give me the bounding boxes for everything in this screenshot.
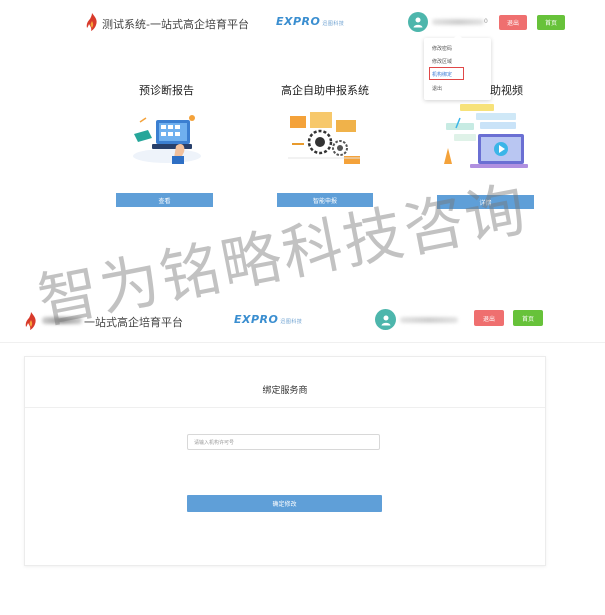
user-icon-bottom [381, 315, 390, 325]
diagnosis-illustration-icon [133, 115, 201, 164]
home-button-bottom[interactable]: 首页 [513, 310, 543, 326]
brand-title: 测试系统-一站式高企培育平台 [102, 18, 249, 31]
dropdown-highlight-box [429, 67, 464, 80]
confirm-change-button[interactable]: 确定修改 [187, 495, 382, 512]
license-number-input[interactable]: 请输入机构许可号 [187, 434, 380, 450]
dropdown-caret [454, 34, 462, 38]
user-icon [413, 17, 423, 28]
flame-logo-icon-bottom [25, 312, 36, 330]
smart-declare-button[interactable]: 智能申报 [277, 193, 373, 207]
feature-title-video: 助视频 [490, 84, 523, 97]
bind-provider-card: 绑定服务商 请输入机构许可号 确定修改 [24, 356, 546, 566]
feature-title-self-declaration: 高企自助申报系统 [281, 84, 369, 97]
user-name-redacted[interactable] [432, 19, 484, 25]
dropdown-item-change-password[interactable]: 修改密码 [432, 45, 452, 52]
expro-logo-sub: 迅图科技 [322, 21, 345, 27]
video-detail-button[interactable]: 详情 [437, 195, 534, 209]
page: 测试系统-一站式高企培育平台 EXPRO 迅图科技 0 退出 首页 修改密码 修改… [0, 0, 605, 615]
expro-logo: EXPRO 迅图科技 [276, 15, 344, 28]
user-name-redacted-bottom[interactable] [400, 317, 458, 323]
brand-prefix-redacted [42, 317, 82, 324]
bottom-header: 一站式高企培育平台 EXPRO 迅图科技 退出 首页 [0, 300, 605, 343]
dropdown-item-change-region[interactable]: 修改区域 [432, 58, 452, 65]
expro-logo-bottom: EXPRO 迅图科技 [234, 313, 302, 326]
card-title: 绑定服务商 [262, 386, 308, 396]
expro-logo-text-bottom: EXPRO [234, 313, 279, 326]
brand-title-bottom: 一站式高企培育平台 [84, 316, 183, 329]
top-header: 测试系统-一站式高企培育平台 EXPRO 迅图科技 0 退出 首页 [28, 0, 578, 44]
user-name-suffix: 0 [484, 18, 488, 25]
expro-logo-sub-bottom: 迅图科技 [280, 319, 303, 325]
user-avatar-bottom[interactable] [375, 309, 396, 330]
home-button[interactable]: 首页 [537, 15, 565, 30]
feature-title-prediagnosis: 预诊断报告 [139, 84, 194, 97]
card-divider [25, 407, 545, 408]
user-avatar[interactable] [408, 12, 428, 32]
flame-logo-icon [86, 13, 97, 31]
top-screenshot: 测试系统-一站式高企培育平台 EXPRO 迅图科技 0 退出 首页 修改密码 修改… [28, 0, 578, 300]
logout-button-bottom[interactable]: 退出 [474, 310, 504, 326]
gears-illustration-icon [288, 112, 360, 164]
dropdown-item-logout[interactable]: 退出 [432, 85, 442, 92]
expro-logo-text: EXPRO [276, 15, 321, 28]
view-report-button[interactable]: 查看 [116, 193, 213, 207]
logout-button[interactable]: 退出 [499, 15, 527, 30]
video-illustration-icon [444, 104, 528, 168]
user-dropdown-menu: 修改密码 修改区域 机构绑定 退出 [424, 34, 491, 100]
